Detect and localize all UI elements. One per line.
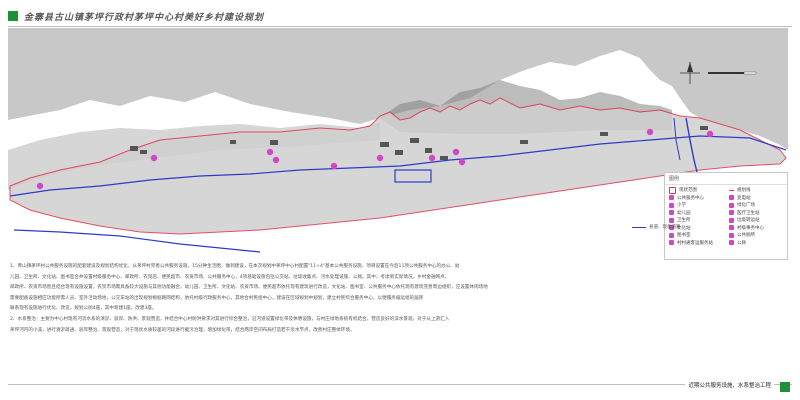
county-road (13, 229, 261, 253)
legend-label: 医疗卫生站 (737, 210, 760, 216)
note-line: 需要配备设施相应功能所需人员、室外活动场地，公交车站的出现规划根据路网结构，依托… (10, 295, 424, 301)
title-accent-mark (8, 11, 18, 21)
legend-item: 现状范围 (669, 186, 723, 194)
legend-symbol (729, 232, 734, 238)
legend-symbol (729, 189, 734, 191)
note-line: 联系现有设施进行优化、改造，规划公厕4座，其中新建1座，改建3座。 (10, 306, 157, 312)
legend-symbol (669, 232, 674, 238)
legend-item: 村村通客运服务站 (669, 240, 723, 246)
legend-label: 垃圾转运站 (737, 218, 760, 223)
legend-item: 幼儿园 (669, 210, 723, 216)
legend-label: 现状范围 (679, 188, 697, 193)
legend-symbol (729, 202, 734, 208)
legend-item: 垃圾转运站 (729, 217, 783, 223)
legend-item: 绿化广场 (729, 202, 783, 208)
legend-title: 图例 (665, 173, 787, 185)
road-legend-line (632, 226, 646, 228)
legend-label: 村级事务中心 (737, 225, 764, 231)
footer-accent-mark (780, 382, 790, 392)
note-line: 茅坪河内的小溪，进行清淤疏通、驳岸整治、景观营造，对于现状水质较差的河段进行截污… (10, 327, 355, 333)
legend-item: 公共厕所 (729, 232, 783, 238)
legend-item: 卫生所 (669, 217, 723, 223)
note-line: 2、水系整治：主要为中心村现有河流水系的清淤、驳岸、防洪、景观营造，并结合中心村… (10, 316, 450, 322)
legend-item: 公共服务中心 (669, 195, 723, 201)
legend-symbol (729, 195, 734, 200)
legend-symbol (729, 225, 734, 230)
legend-symbol (729, 240, 734, 245)
legend-symbol (729, 217, 734, 223)
legend-label: 公共厕所 (737, 233, 755, 238)
note-line: 1、青山镇茅坪村公共服务设施的配套建设及规划结构优化，从茅坪村完善公共服务设施，… (10, 264, 460, 269)
legend-symbol (669, 240, 674, 245)
note-line: 儿园、卫生所、文化站、图书室合并设置村级服务中心、邮政所、农贸店、便民超市、农资… (10, 274, 450, 280)
legend-symbol (669, 202, 674, 208)
legend-item: 规划线 (729, 187, 783, 193)
legend-symbol (669, 186, 676, 194)
legend-symbol (669, 210, 674, 215)
legend-symbol (729, 210, 734, 215)
legend-label: 图书室 (677, 233, 691, 238)
scale-bar (708, 71, 757, 75)
planning-notes: 1、青山镇茅坪村公共服务设施的配套建设及规划结构优化，从茅坪村完善公共服务设施，… (10, 262, 660, 336)
legend-item: 医疗卫生站 (729, 210, 783, 216)
road-legend-label: 县道、现状道路 (649, 225, 681, 230)
legend-label: 卫生所 (677, 218, 691, 223)
legend-symbol (669, 195, 674, 200)
legend-item: 图书室 (669, 232, 723, 238)
legend-label: 规划线 (737, 188, 751, 193)
legend-symbol (669, 217, 674, 223)
legend-label: 小学 (677, 203, 686, 208)
page-title: 金寨县古山镇茅坪行政村茅坪中心村美好乡村建设规划 (24, 12, 265, 23)
map-legend: 图例 现状范围 规划线 公共服务中心 变电站 小学 绿化广场 幼儿园 医疗卫生站… (664, 172, 788, 260)
footer-divider (8, 384, 792, 385)
road-legend: 县道、现状道路 (632, 224, 684, 230)
legend-item: 公厕 (729, 240, 783, 246)
title-bar: 金寨县古山镇茅坪行政村茅坪中心村美好乡村建设规划 (8, 9, 264, 23)
legend-item: 变电站 (729, 195, 783, 201)
legend-label: 公厕 (737, 240, 746, 246)
footer-label: 近期公共服务设施、水系整治工程 (685, 381, 774, 389)
legend-label: 公共服务中心 (677, 195, 704, 201)
legend-label: 变电站 (737, 195, 751, 201)
legend-items: 现状范围 规划线 公共服务中心 变电站 小学 绿化广场 幼儿园 医疗卫生站 卫生… (665, 185, 787, 248)
legend-label: 村村通客运服务站 (677, 240, 713, 246)
legend-label: 幼儿园 (677, 210, 691, 216)
note-line: 邮政所、农资市场暂且结合现有设施设置，农贸市场需具备较大设施与其他功能融合，幼儿… (10, 285, 488, 291)
legend-item: 村级事务中心 (729, 225, 783, 231)
header-divider (8, 26, 792, 27)
legend-item: 小学 (669, 202, 723, 208)
legend-label: 绿化广场 (737, 203, 755, 208)
